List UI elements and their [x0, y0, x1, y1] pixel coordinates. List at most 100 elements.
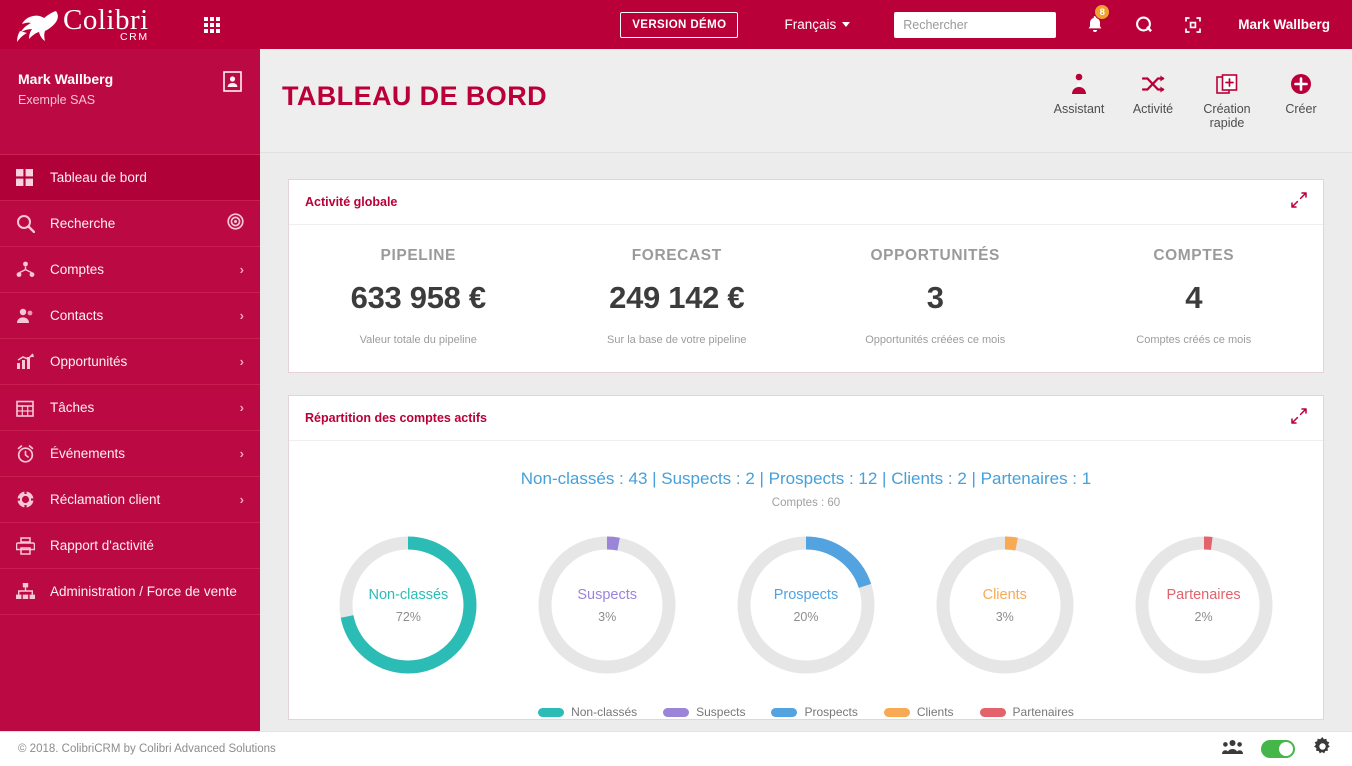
sidebar-item-recherche[interactable]: Recherche [0, 201, 260, 247]
donut-center: Non-classés 72% [330, 527, 486, 683]
legend-label: Non-classés [571, 705, 638, 719]
kpi-value: 4 [1185, 280, 1203, 315]
language-selector[interactable]: Français [784, 17, 851, 32]
copyright-text: © 2018. ColibriCRM by Colibri Advanced S… [18, 743, 276, 755]
activity-card-header: Activité globale [289, 180, 1323, 225]
donut-prospects[interactable]: Prospects 20% [728, 527, 884, 683]
donut-clients[interactable]: Clients 3% [927, 527, 1083, 683]
donut-center: Prospects 20% [728, 527, 884, 683]
top-user-name[interactable]: Mark Wallberg [1238, 17, 1330, 32]
sidebar-user-name: Mark Wallberg [18, 71, 114, 87]
donut-suspects[interactable]: Suspects 3% [529, 527, 685, 683]
distribution-summary: Non-classés : 43 | Suspects : 2 | Prospe… [520, 469, 1092, 488]
sidebar-item-label: Opportunités [50, 354, 128, 369]
action-assistant[interactable]: Assistant [1042, 71, 1116, 130]
activity-card: Activité globale PIPELINE 633 958 € Vale… [288, 179, 1324, 373]
sidebar-item-label: Tableau de bord [50, 170, 147, 185]
hummingbird-logo-icon [17, 10, 58, 42]
expand-icon[interactable] [1291, 191, 1307, 213]
chart-bar-icon [16, 353, 50, 370]
brand-logo[interactable]: Colibri CRM [0, 6, 180, 43]
action-label: Activité [1132, 102, 1174, 116]
kpi-row: PIPELINE 633 958 € Valeur totale du pipe… [289, 225, 1323, 372]
assistant-icon [1042, 71, 1116, 97]
kpi-sub: Sur la base de votre pipeline [607, 334, 747, 346]
demo-version-badge[interactable]: VERSION DÉMO [620, 11, 739, 38]
sidebar-item-comptes[interactable]: Comptes › [0, 247, 260, 293]
donut-percent: 2% [1194, 609, 1213, 624]
legend-item-partenaires[interactable]: Partenaires [979, 705, 1074, 719]
kpi-label: OPPORTUNITÉS [870, 247, 1000, 264]
search-input[interactable] [903, 17, 1065, 32]
chat-icon[interactable] [1134, 15, 1154, 35]
grid-apps-icon[interactable] [180, 16, 244, 33]
legend-swatch [771, 707, 798, 717]
action-label: Créer [1285, 102, 1317, 116]
donut-non-class-s[interactable]: Non-classés 72% [330, 527, 486, 683]
donut-percent: 72% [395, 609, 421, 624]
alarm-clock-icon [16, 444, 50, 463]
quick-create-icon [1190, 71, 1264, 97]
sidebar-item-administration[interactable]: Administration / Force de vente [0, 569, 260, 615]
action-label: Création rapide [1203, 102, 1251, 130]
search-box[interactable] [894, 11, 1065, 38]
legend-item-suspects[interactable]: Suspects [663, 705, 745, 719]
footer-bar: © 2018. ColibriCRM by Colibri Advanced S… [0, 731, 1352, 766]
sidebar-item-contacts[interactable]: Contacts › [0, 293, 260, 339]
language-label: Français [784, 17, 837, 32]
action-creer[interactable]: Créer [1264, 71, 1338, 130]
plus-circle-icon [1264, 71, 1338, 97]
sidebar-item-label: Administration / Force de vente [50, 584, 237, 599]
donut-label: Non-classés [368, 586, 449, 603]
top-bar: Colibri CRM VERSION DÉMO Français 8 [0, 0, 1352, 49]
donut-chart-group: Non-classés 72% Suspects 3% Prospects 20% Clie… [289, 527, 1323, 683]
sidebar-item-label: Réclamation client [50, 492, 161, 507]
kpi-comptes: COMPTES 4 Comptes créés ce mois [1065, 247, 1324, 346]
footer-toggle[interactable] [1261, 740, 1295, 758]
kpi-opportunites: OPPORTUNITÉS 3 Opportunités créées ce mo… [806, 247, 1065, 346]
distribution-card-title: Répartition des comptes actifs [305, 411, 487, 425]
legend-item-clients[interactable]: Clients [883, 705, 954, 719]
sidebar-item-evenements[interactable]: Événements › [0, 431, 260, 477]
kpi-pipeline: PIPELINE 633 958 € Valeur totale du pipe… [289, 247, 548, 346]
sidebar-item-label: Tâches [50, 400, 95, 415]
donut-center: Partenaires 2% [1126, 527, 1282, 683]
sidebar-item-rapport-activite[interactable]: Rapport d'activité [0, 523, 260, 569]
users-icon[interactable] [1222, 739, 1243, 760]
action-activite[interactable]: Activité [1116, 71, 1190, 130]
chevron-right-icon: › [239, 354, 244, 369]
legend-swatch [979, 707, 1006, 717]
toggle-knob [1279, 742, 1293, 756]
distribution-total: Comptes : 60 [771, 497, 841, 509]
action-creation-rapide[interactable]: Création rapide [1190, 71, 1264, 130]
fullscreen-icon[interactable] [1184, 16, 1202, 34]
donut-partenaires[interactable]: Partenaires 2% [1126, 527, 1282, 683]
distribution-card-header: Répartition des comptes actifs [289, 396, 1323, 441]
target-icon[interactable] [227, 212, 244, 235]
sidebar-item-opportunites[interactable]: Opportunités › [0, 339, 260, 385]
sidebar-user-box[interactable]: Mark Wallberg Exemple SAS [0, 49, 260, 155]
notifications-bell-icon[interactable]: 8 [1086, 4, 1111, 34]
contact-card-icon[interactable] [223, 71, 242, 92]
kpi-forecast: FORECAST 249 142 € Sur la base de votre … [548, 247, 807, 346]
sidebar-item-taches[interactable]: Tâches › [0, 385, 260, 431]
legend-item-non-class-s[interactable]: Non-classés [538, 705, 637, 719]
kpi-value: 3 [926, 280, 944, 315]
legend-swatch [883, 707, 910, 717]
expand-icon[interactable] [1291, 407, 1307, 429]
page-header: TABLEAU DE BORD Assistant Activité Créat… [260, 49, 1352, 153]
legend-swatch [663, 707, 690, 717]
chevron-right-icon: › [239, 262, 244, 277]
kpi-value: 633 958 € [350, 280, 487, 315]
chevron-right-icon: › [239, 446, 244, 461]
main-content: Activité globale PIPELINE 633 958 € Vale… [260, 153, 1352, 731]
calendar-icon [16, 399, 50, 417]
donut-label: Partenaires [1166, 586, 1241, 603]
legend-item-prospects[interactable]: Prospects [771, 705, 858, 719]
contacts-icon [16, 307, 50, 324]
sidebar-item-reclamation-client[interactable]: Réclamation client › [0, 477, 260, 523]
legend-label: Prospects [804, 705, 858, 719]
sidebar-item-tableau-de-bord[interactable]: Tableau de bord [0, 155, 260, 201]
gear-icon[interactable] [1313, 737, 1332, 761]
chart-legend: Non-classés Suspects Prospects Clients Parte… [289, 705, 1323, 719]
